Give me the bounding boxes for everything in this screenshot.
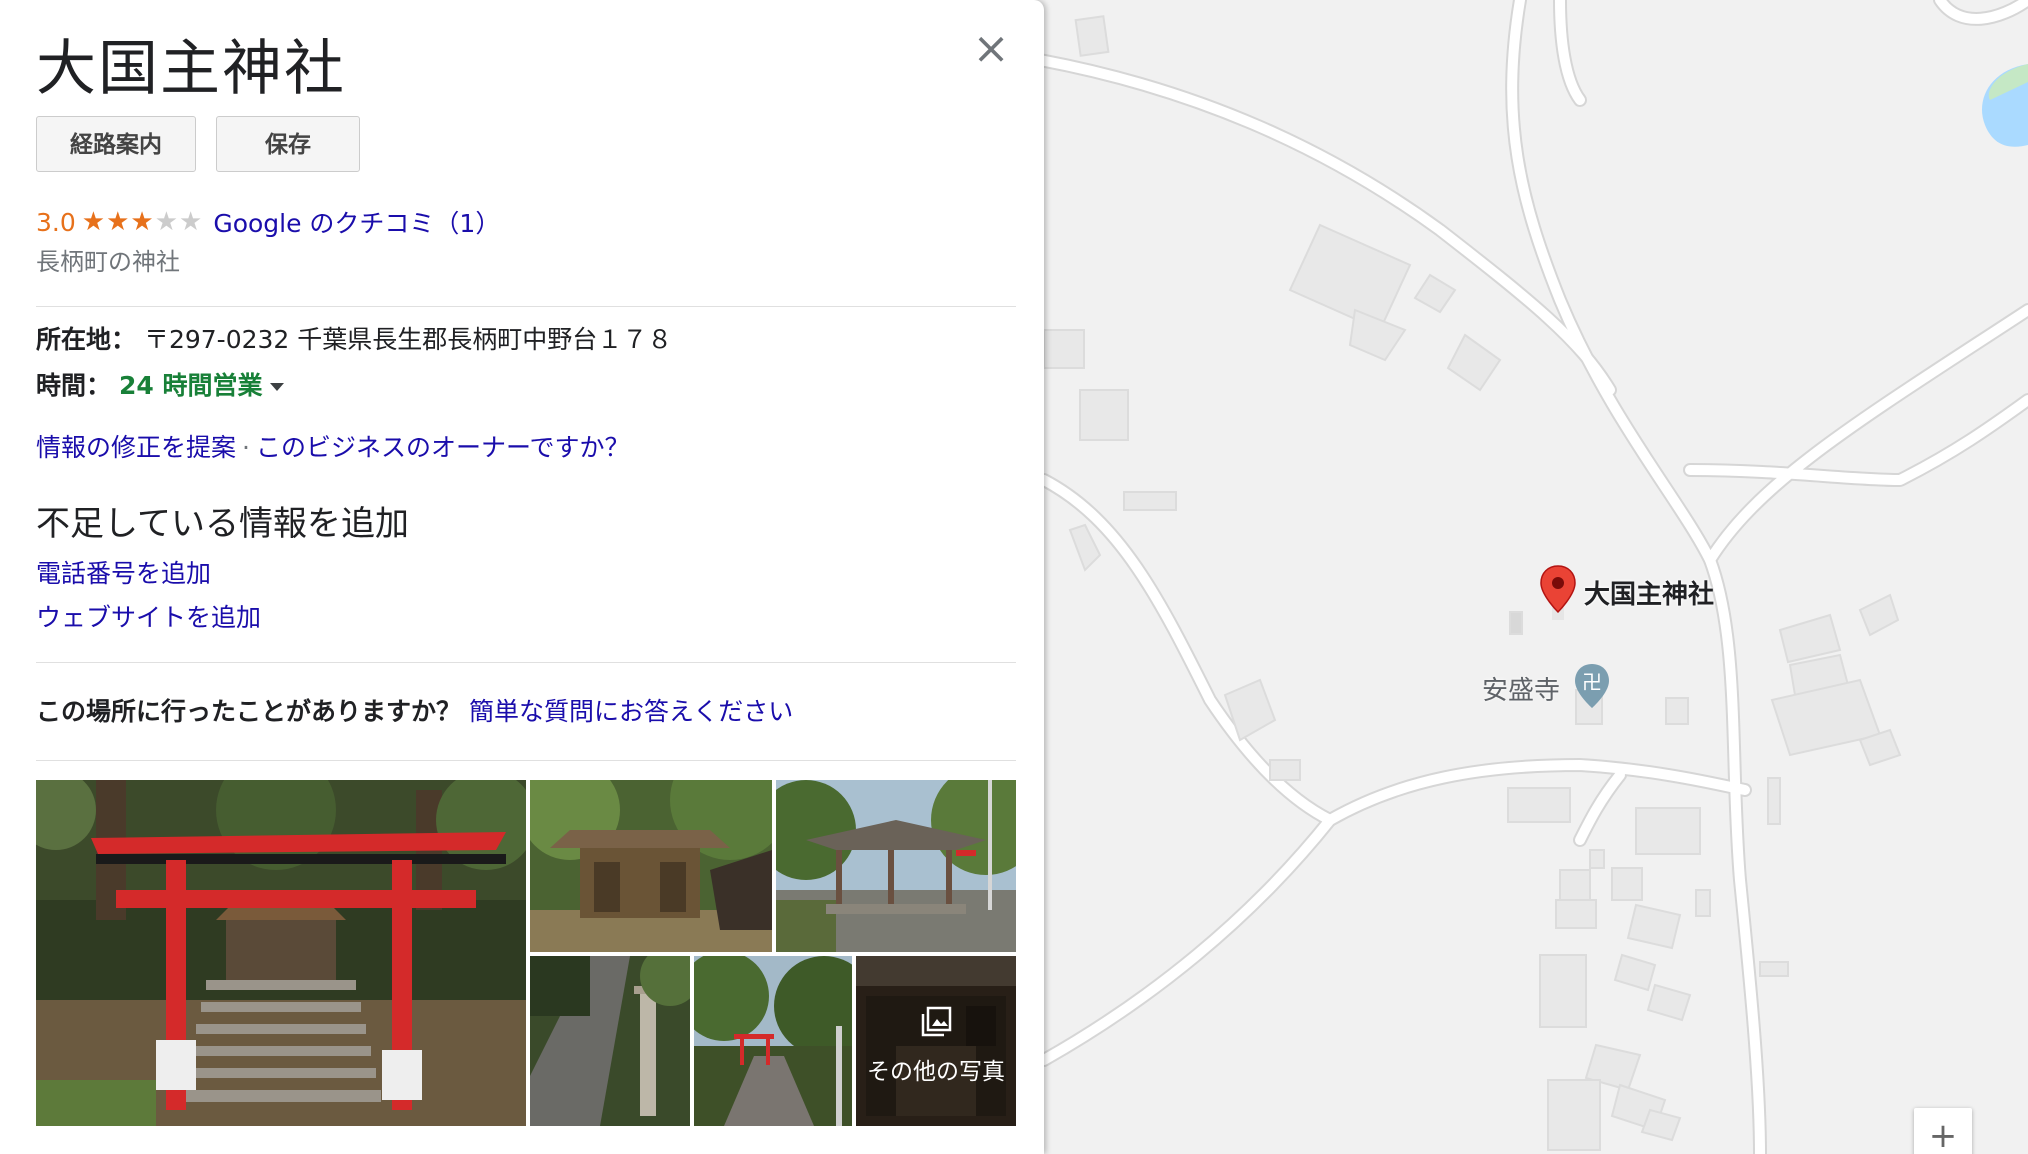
hours-row: 時間： 24 時間営業 xyxy=(36,366,285,402)
star-icon: ★ xyxy=(130,207,155,237)
save-button[interactable]: 保存 xyxy=(216,116,360,172)
missing-info-heading: 不足している情報を追加 xyxy=(36,504,409,544)
star-empty-icon: ★ xyxy=(154,207,180,237)
shrine-hall-image xyxy=(530,780,772,952)
divider xyxy=(36,662,1016,663)
caret-down-icon[interactable] xyxy=(270,383,285,391)
more-photos-tile[interactable]: その他の写真 xyxy=(856,956,1016,1126)
photo-pavilion[interactable] xyxy=(776,780,1016,952)
distant-torii-image xyxy=(694,956,852,1126)
torii-image xyxy=(36,780,526,1126)
star-empty-icon: ★ xyxy=(179,207,204,237)
divider xyxy=(36,760,1016,761)
info-links: 情報の修正を提案 · このビジネスのオーナーですか？ xyxy=(36,428,629,464)
star-rating-icon: ★★★★★ xyxy=(82,207,204,237)
visited-question: この場所に行ったことがありますか？ xyxy=(36,697,462,726)
photo-library-icon xyxy=(921,1006,952,1037)
hours-value[interactable]: 24 時間営業 xyxy=(119,371,263,400)
suggest-edit-link[interactable]: 情報の修正を提案 xyxy=(36,433,236,462)
add-website-link[interactable]: ウェブサイトを追加 xyxy=(36,598,261,634)
address-label: 所在地： xyxy=(36,325,137,354)
hours-label: 時間： xyxy=(36,371,112,400)
claim-business-link[interactable]: このビジネスのオーナーですか？ xyxy=(256,433,630,462)
star-icon: ★ xyxy=(81,207,107,237)
reviews-link[interactable]: Google のクチコミ（1） xyxy=(213,204,500,240)
zoom-in-button[interactable]: + xyxy=(1914,1108,1972,1154)
place-panel: 大国主神社 × 経路案内 保存 3.0 ★★★★★ Google のクチコミ（1… xyxy=(0,0,1044,1154)
path-image xyxy=(530,956,690,1126)
divider xyxy=(36,306,1016,307)
photo-path[interactable] xyxy=(530,956,690,1126)
address-value: 〒297-0232 千葉県長生郡長柄町中野台１７８ xyxy=(143,325,673,354)
photo-shrine-hall[interactable] xyxy=(530,780,772,952)
star-icon: ★ xyxy=(106,207,131,237)
link-separator: · xyxy=(242,433,250,462)
temple-symbol: 卍 xyxy=(1582,670,1602,694)
map-poi-label[interactable]: 安盛寺 xyxy=(1482,670,1560,707)
location-pin-icon[interactable] xyxy=(1538,564,1578,620)
rating-row: 3.0 ★★★★★ Google のクチコミ（1） xyxy=(36,204,500,240)
photo-distant-torii[interactable] xyxy=(694,956,852,1126)
answer-questions-link[interactable]: 簡単な質問にお答えください xyxy=(469,697,793,726)
pavilion-image xyxy=(776,780,1016,952)
temple-icon[interactable]: 卍 xyxy=(1572,662,1612,718)
place-category: 長柄町の神社 xyxy=(36,248,180,276)
more-photos-overlay[interactable]: その他の写真 xyxy=(856,956,1016,1126)
address-row: 所在地： 〒297-0232 千葉県長生郡長柄町中野台１７８ xyxy=(36,320,672,356)
map-place-label[interactable]: 大国主神社 xyxy=(1584,574,1714,611)
add-phone-link[interactable]: 電話番号を追加 xyxy=(36,554,211,590)
rating-value: 3.0 xyxy=(36,207,76,237)
directions-button[interactable]: 経路案内 xyxy=(36,116,196,172)
place-title: 大国主神社 xyxy=(36,34,346,104)
more-photos-label: その他の写真 xyxy=(867,1059,1005,1085)
visited-prompt: この場所に行ったことがありますか？ 簡単な質問にお答えください xyxy=(36,692,793,728)
photo-torii[interactable] xyxy=(36,780,526,1126)
close-icon[interactable]: × xyxy=(968,26,1014,72)
